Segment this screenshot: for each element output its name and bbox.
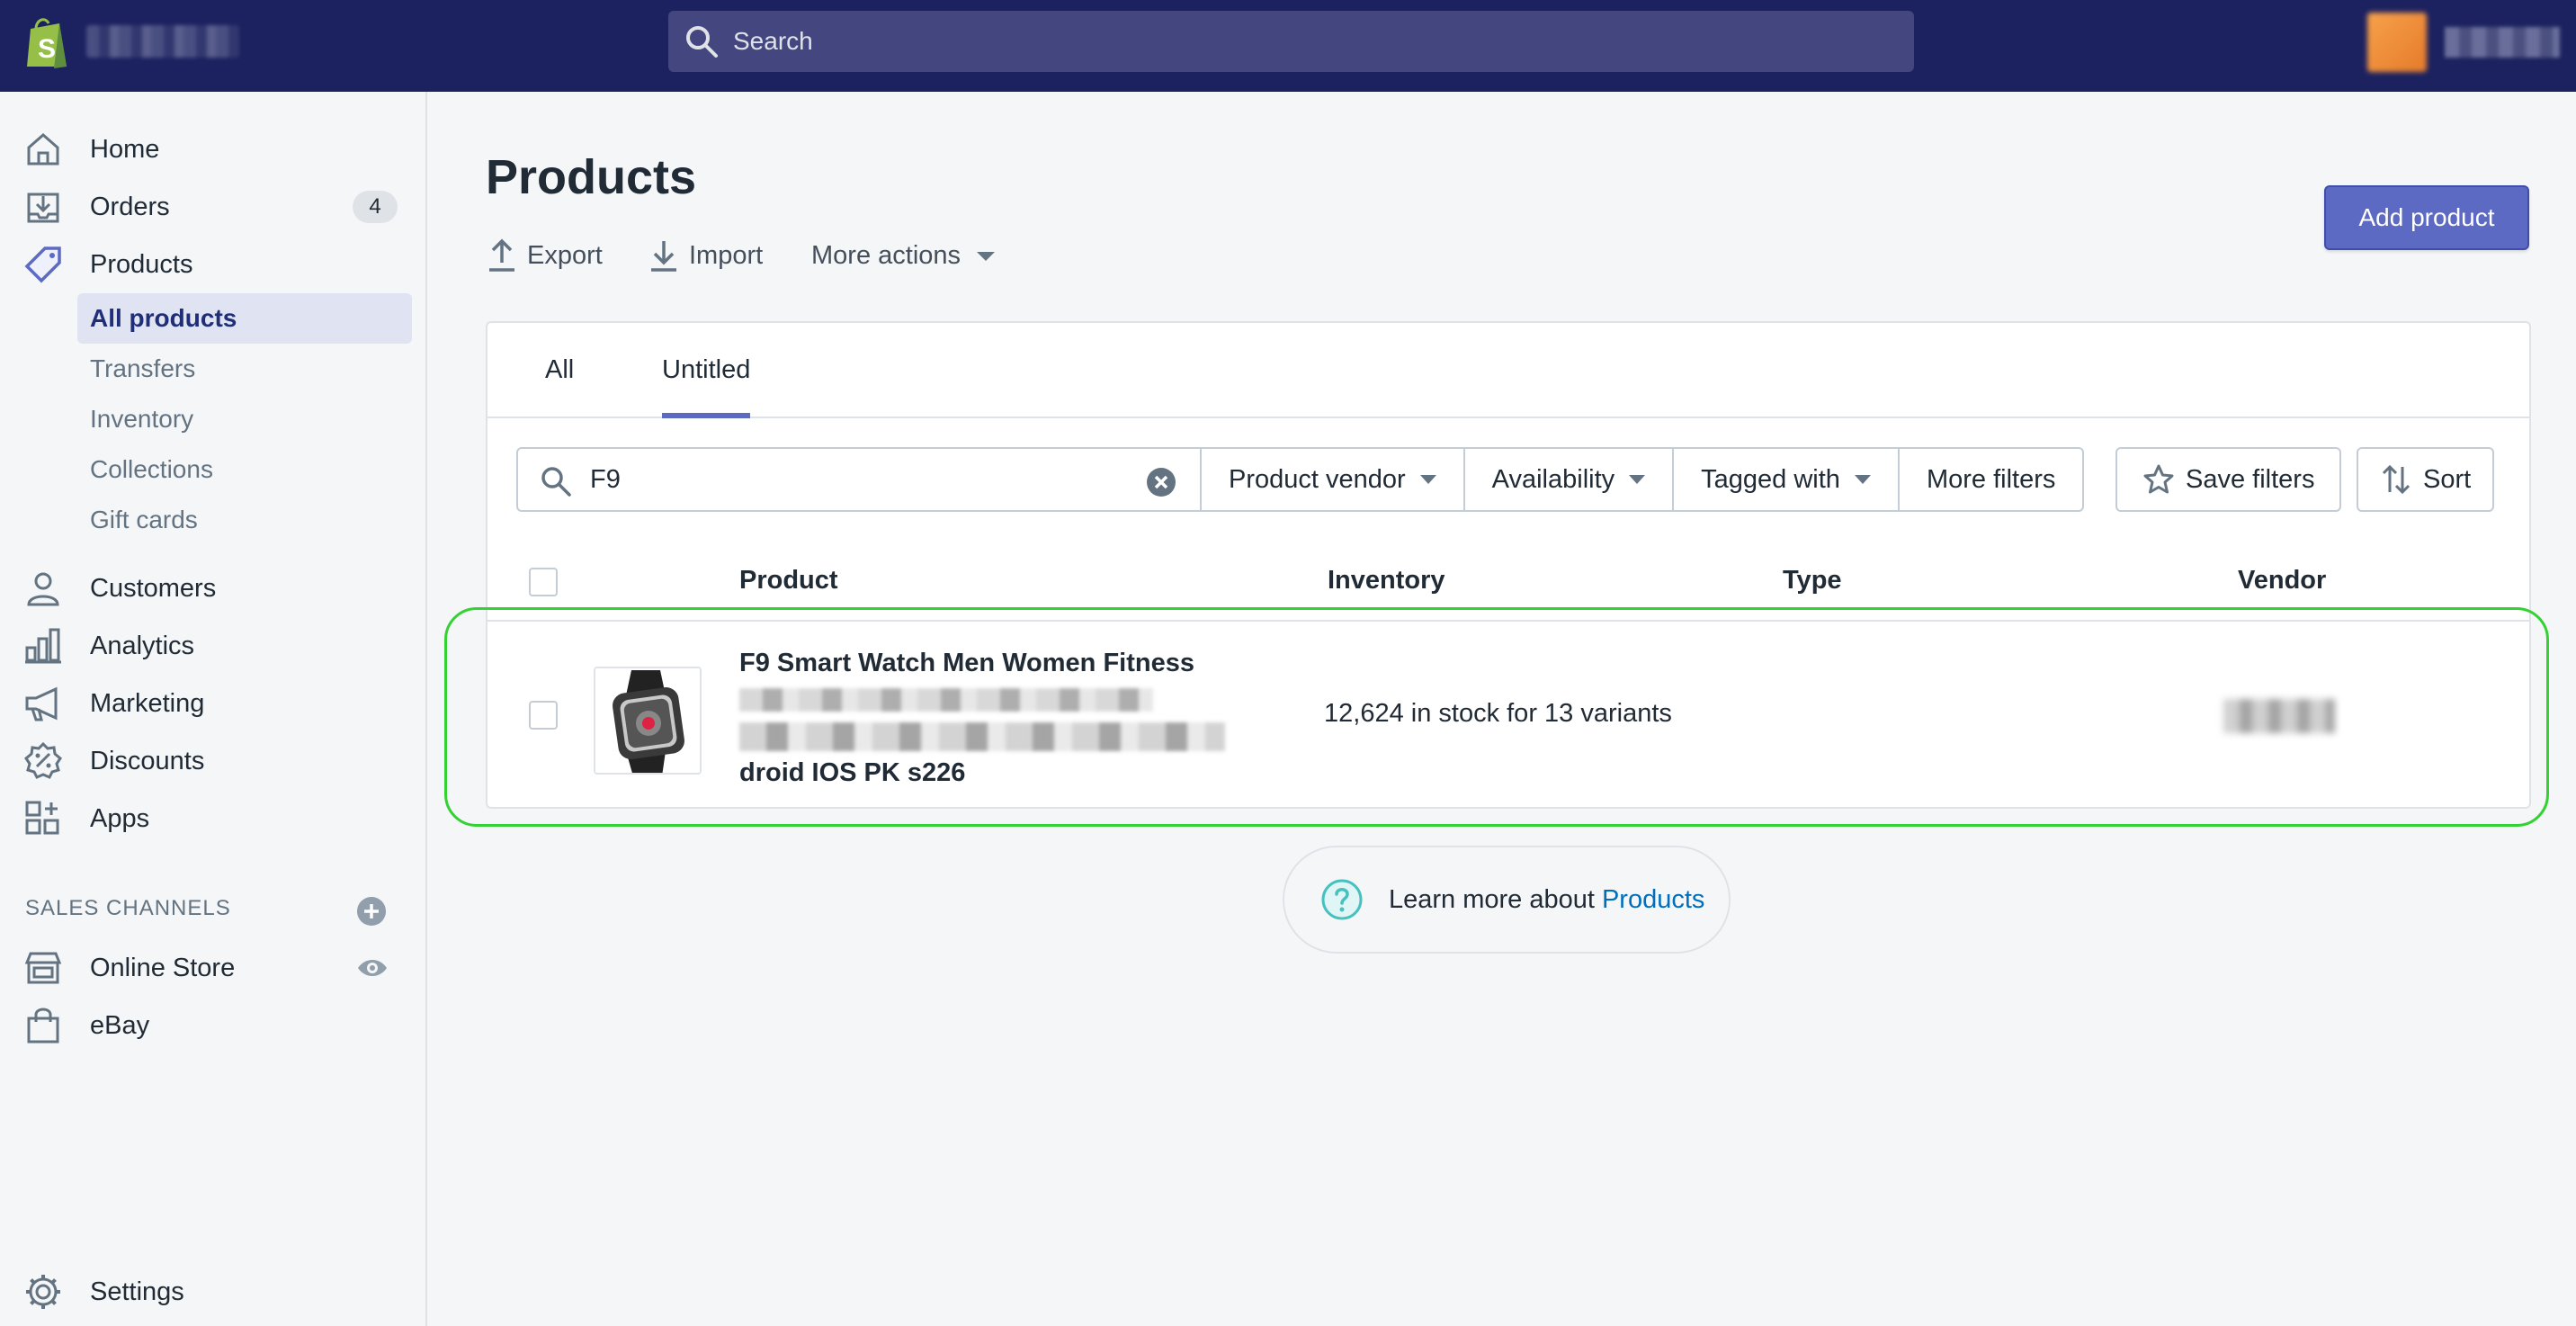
filter-bar: F9 Product vendor Availability Tagged wi…: [516, 447, 2085, 512]
sidebar-subitem-collections[interactable]: Collections: [77, 444, 412, 495]
bag-icon: [27, 1008, 59, 1044]
export-button[interactable]: Export: [486, 236, 603, 275]
export-icon: [489, 238, 514, 272]
sort-button[interactable]: Sort: [2357, 447, 2495, 512]
sidebar-item-label: Apps: [90, 803, 150, 833]
sidebar-item-label: Marketing: [90, 688, 205, 718]
sidebar-item-apps[interactable]: Apps: [0, 792, 427, 846]
sidebar-item-label: Analytics: [90, 631, 195, 660]
sidebar: Home Orders 4 Products All products Tran…: [0, 92, 427, 1326]
home-icon: [27, 133, 59, 166]
sidebar-subitem-transfers[interactable]: Transfers: [77, 344, 412, 394]
global-search[interactable]: [668, 11, 1914, 72]
sales-channels-heading: SALES CHANNELS: [25, 896, 231, 920]
user-name-redacted[interactable]: [2445, 27, 2560, 58]
customer-icon: [27, 572, 59, 606]
search-icon: [541, 467, 571, 497]
sidebar-item-customers[interactable]: Customers: [0, 561, 427, 615]
filter-label: Product vendor: [1229, 464, 1406, 494]
more-actions-label: More actions: [811, 240, 962, 270]
eye-icon[interactable]: [356, 952, 389, 984]
orders-icon: [27, 193, 59, 223]
export-label: Export: [527, 240, 603, 270]
sidebar-item-label: Discounts: [90, 746, 205, 775]
import-label: Import: [689, 240, 764, 270]
tab-all[interactable]: All: [545, 355, 574, 385]
filter-label: Tagged with: [1701, 464, 1840, 494]
sort-icon: [2382, 464, 2411, 495]
tabs: All Untitled: [487, 323, 2529, 418]
tag-icon: [24, 246, 61, 283]
sort-label: Sort: [2423, 464, 2472, 494]
caret-down-icon: [1854, 475, 1871, 484]
caret-down-icon: [1419, 475, 1436, 484]
add-channel-icon[interactable]: [356, 896, 387, 927]
tab-untitled[interactable]: Untitled: [662, 355, 751, 418]
sidebar-item-orders[interactable]: Orders 4: [0, 180, 427, 234]
learn-more-products-link[interactable]: Products: [1602, 885, 1704, 915]
help-icon: [1321, 879, 1363, 920]
select-all-checkbox[interactable]: [529, 568, 558, 596]
filter-search-field[interactable]: F9: [516, 447, 1202, 512]
sidebar-subitem-inventory[interactable]: Inventory: [77, 394, 412, 444]
learn-more-text: Learn more about: [1389, 884, 1595, 914]
clear-search-icon[interactable]: [1146, 467, 1176, 497]
sidebar-item-analytics[interactable]: Analytics: [0, 619, 427, 673]
save-filters-label: Save filters: [2186, 464, 2315, 494]
filter-label: More filters: [1926, 464, 2056, 494]
sidebar-item-ebay[interactable]: eBay: [0, 999, 427, 1053]
svg-text:S: S: [38, 34, 56, 64]
caret-down-icon: [1629, 475, 1646, 484]
sidebar-item-settings[interactable]: Settings: [0, 1265, 427, 1319]
sidebar-item-label: Settings: [90, 1277, 184, 1306]
star-icon: [2143, 464, 2174, 494]
learn-more-box: Learn more about Products: [1283, 846, 1731, 954]
orders-count-badge: 4: [353, 191, 398, 223]
sidebar-item-label: Home: [90, 134, 160, 164]
sidebar-item-online-store[interactable]: Online Store: [0, 941, 427, 995]
add-product-button[interactable]: Add product: [2324, 185, 2529, 250]
store-icon: [24, 952, 62, 984]
shopify-logo-icon[interactable]: S: [23, 16, 72, 70]
column-header-vendor[interactable]: Vendor: [2238, 566, 2326, 596]
analytics-icon: [25, 628, 61, 664]
import-button[interactable]: Import: [648, 236, 763, 275]
megaphone-icon: [25, 686, 58, 721]
sidebar-item-label: Products: [90, 249, 193, 279]
sidebar-item-marketing[interactable]: Marketing: [0, 676, 427, 730]
sidebar-item-label: Online Store: [90, 953, 236, 982]
row-highlight-outline: [444, 607, 2549, 827]
filter-search-value[interactable]: F9: [590, 465, 621, 495]
filter-label: Availability: [1491, 464, 1615, 494]
more-actions-button[interactable]: More actions: [811, 236, 1004, 275]
avatar[interactable]: [2367, 13, 2427, 72]
top-bar: S: [0, 0, 2576, 92]
search-icon: [686, 26, 718, 58]
save-filters-button[interactable]: Save filters: [2115, 447, 2342, 512]
store-name-redacted[interactable]: [86, 25, 239, 58]
sidebar-item-discounts[interactable]: Discounts: [0, 734, 427, 788]
discount-icon: [24, 741, 62, 779]
sidebar-item-label: Customers: [90, 573, 217, 603]
global-search-input[interactable]: [733, 27, 1812, 56]
gear-icon: [26, 1275, 60, 1309]
sidebar-subitem-gift-cards[interactable]: Gift cards: [77, 495, 412, 545]
sidebar-item-home[interactable]: Home: [0, 122, 427, 176]
apps-icon: [25, 801, 59, 835]
more-filters-button[interactable]: More filters: [1899, 447, 2085, 512]
column-header-inventory[interactable]: Inventory: [1328, 566, 1445, 596]
import-icon: [651, 241, 676, 272]
product-vendor-filter[interactable]: Product vendor: [1202, 447, 1465, 512]
caret-down-icon: [977, 252, 996, 261]
column-header-product[interactable]: Product: [739, 566, 838, 596]
page-title: Products: [486, 150, 697, 204]
sidebar-subitem-all-products[interactable]: All products: [77, 293, 412, 344]
availability-filter[interactable]: Availability: [1464, 447, 1675, 512]
tagged-with-filter[interactable]: Tagged with: [1674, 447, 1900, 512]
sidebar-item-label: eBay: [90, 1010, 150, 1040]
sidebar-item-label: Orders: [90, 192, 170, 221]
column-header-type[interactable]: Type: [1783, 566, 1842, 596]
sidebar-item-products[interactable]: Products: [0, 237, 427, 291]
